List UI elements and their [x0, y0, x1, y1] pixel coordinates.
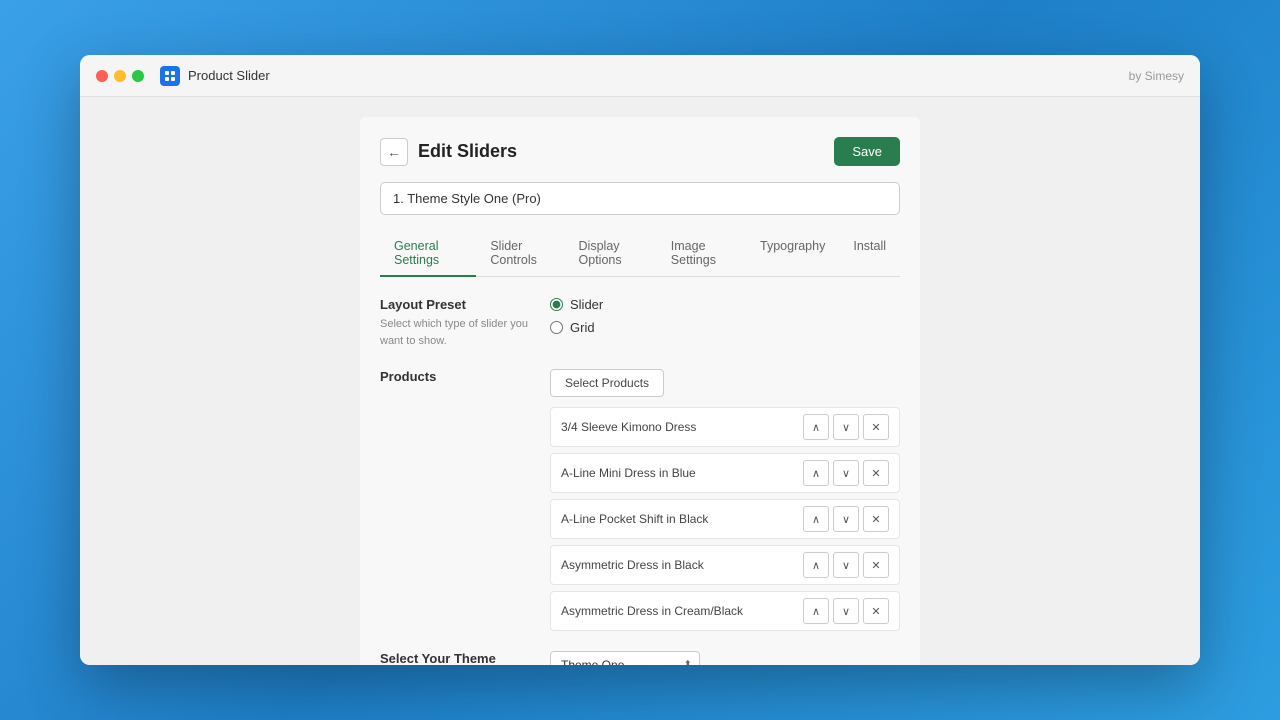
- layout-preset-label: Layout Preset Select which type of slide…: [380, 297, 530, 349]
- radio-grid-input[interactable]: [550, 321, 563, 334]
- app-window: Product Slider by Simesy ← Edit Sliders …: [80, 55, 1200, 665]
- product-name: A-Line Mini Dress in Blue: [561, 466, 696, 480]
- product-controls: ∧ ∨ ✕: [803, 552, 889, 578]
- move-down-button[interactable]: ∨: [833, 414, 859, 440]
- radio-slider-label: Slider: [570, 297, 603, 312]
- app-title: Product Slider: [188, 68, 270, 83]
- layout-preset-desc: Select which type of slider you want to …: [380, 316, 530, 349]
- layout-preset-section: Layout Preset Select which type of slide…: [380, 297, 900, 349]
- traffic-lights: [96, 70, 144, 82]
- tab-image-settings[interactable]: Image Settings: [657, 231, 746, 277]
- tab-typography[interactable]: Typography: [746, 231, 839, 277]
- close-button[interactable]: [96, 70, 108, 82]
- remove-button[interactable]: ✕: [863, 460, 889, 486]
- back-button[interactable]: ←: [380, 138, 408, 166]
- move-down-button[interactable]: ∨: [833, 460, 859, 486]
- theme-section: Select Your Theme Select which theme sty…: [380, 651, 900, 665]
- table-row: Asymmetric Dress in Black ∧ ∨ ✕: [550, 545, 900, 585]
- remove-button[interactable]: ✕: [863, 552, 889, 578]
- save-button[interactable]: Save: [834, 137, 900, 166]
- move-up-button[interactable]: ∧: [803, 552, 829, 578]
- radio-group: Slider Grid: [550, 297, 900, 335]
- layout-preset-content: Slider Grid: [550, 297, 900, 349]
- move-up-button[interactable]: ∧: [803, 414, 829, 440]
- table-row: A-Line Pocket Shift in Black ∧ ∨ ✕: [550, 499, 900, 539]
- table-row: A-Line Mini Dress in Blue ∧ ∨ ✕: [550, 453, 900, 493]
- move-down-button[interactable]: ∨: [833, 598, 859, 624]
- slider-name-input[interactable]: [380, 182, 900, 215]
- select-products-button[interactable]: Select Products: [550, 369, 664, 397]
- layout-preset-title: Layout Preset: [380, 297, 530, 312]
- editor-header: ← Edit Sliders Save: [380, 137, 900, 166]
- move-down-button[interactable]: ∨: [833, 552, 859, 578]
- remove-button[interactable]: ✕: [863, 506, 889, 532]
- product-controls: ∧ ∨ ✕: [803, 414, 889, 440]
- table-row: 3/4 Sleeve Kimono Dress ∧ ∨ ✕: [550, 407, 900, 447]
- product-controls: ∧ ∨ ✕: [803, 506, 889, 532]
- move-up-button[interactable]: ∧: [803, 506, 829, 532]
- product-name: A-Line Pocket Shift in Black: [561, 512, 708, 526]
- tab-install[interactable]: Install: [839, 231, 900, 277]
- title-bar-left: Product Slider: [96, 66, 270, 86]
- product-controls: ∧ ∨ ✕: [803, 460, 889, 486]
- products-section: Products Select Products 3/4 Sleeve Kimo…: [380, 369, 900, 631]
- product-name: Asymmetric Dress in Black: [561, 558, 704, 572]
- minimize-button[interactable]: [114, 70, 126, 82]
- move-down-button[interactable]: ∨: [833, 506, 859, 532]
- move-up-button[interactable]: ∧: [803, 460, 829, 486]
- editor-header-left: ← Edit Sliders: [380, 138, 517, 166]
- product-controls: ∧ ∨ ✕: [803, 598, 889, 624]
- radio-slider[interactable]: Slider: [550, 297, 900, 312]
- editor-panel: ← Edit Sliders Save General Settings Sli…: [360, 117, 920, 665]
- products-content: Select Products 3/4 Sleeve Kimono Dress …: [550, 369, 900, 631]
- product-name: 3/4 Sleeve Kimono Dress: [561, 420, 696, 434]
- products-label: Products: [380, 369, 530, 631]
- content-area: ← Edit Sliders Save General Settings Sli…: [80, 97, 1200, 665]
- theme-select-wrapper: Theme One Theme Two Theme Three ⬍: [550, 651, 700, 665]
- radio-grid[interactable]: Grid: [550, 320, 900, 335]
- maximize-button[interactable]: [132, 70, 144, 82]
- tabs: General Settings Slider Controls Display…: [380, 231, 900, 277]
- product-list: 3/4 Sleeve Kimono Dress ∧ ∨ ✕ A-Line Min…: [550, 407, 900, 631]
- radio-slider-input[interactable]: [550, 298, 563, 311]
- product-name: Asymmetric Dress in Cream/Black: [561, 604, 743, 618]
- table-row: Asymmetric Dress in Cream/Black ∧ ∨ ✕: [550, 591, 900, 631]
- theme-select[interactable]: Theme One Theme Two Theme Three: [550, 651, 700, 665]
- title-bar: Product Slider by Simesy: [80, 55, 1200, 97]
- remove-button[interactable]: ✕: [863, 598, 889, 624]
- branding: by Simesy: [1129, 69, 1184, 83]
- editor-title: Edit Sliders: [418, 141, 517, 162]
- theme-label: Select Your Theme Select which theme sty…: [380, 651, 530, 665]
- remove-button[interactable]: ✕: [863, 414, 889, 440]
- app-icon: [160, 66, 180, 86]
- theme-title: Select Your Theme: [380, 651, 530, 665]
- tab-general-settings[interactable]: General Settings: [380, 231, 476, 277]
- radio-grid-label: Grid: [570, 320, 595, 335]
- tab-display-options[interactable]: Display Options: [565, 231, 657, 277]
- tab-slider-controls[interactable]: Slider Controls: [476, 231, 564, 277]
- move-up-button[interactable]: ∧: [803, 598, 829, 624]
- products-title: Products: [380, 369, 530, 384]
- theme-content: Theme One Theme Two Theme Three ⬍: [550, 651, 900, 665]
